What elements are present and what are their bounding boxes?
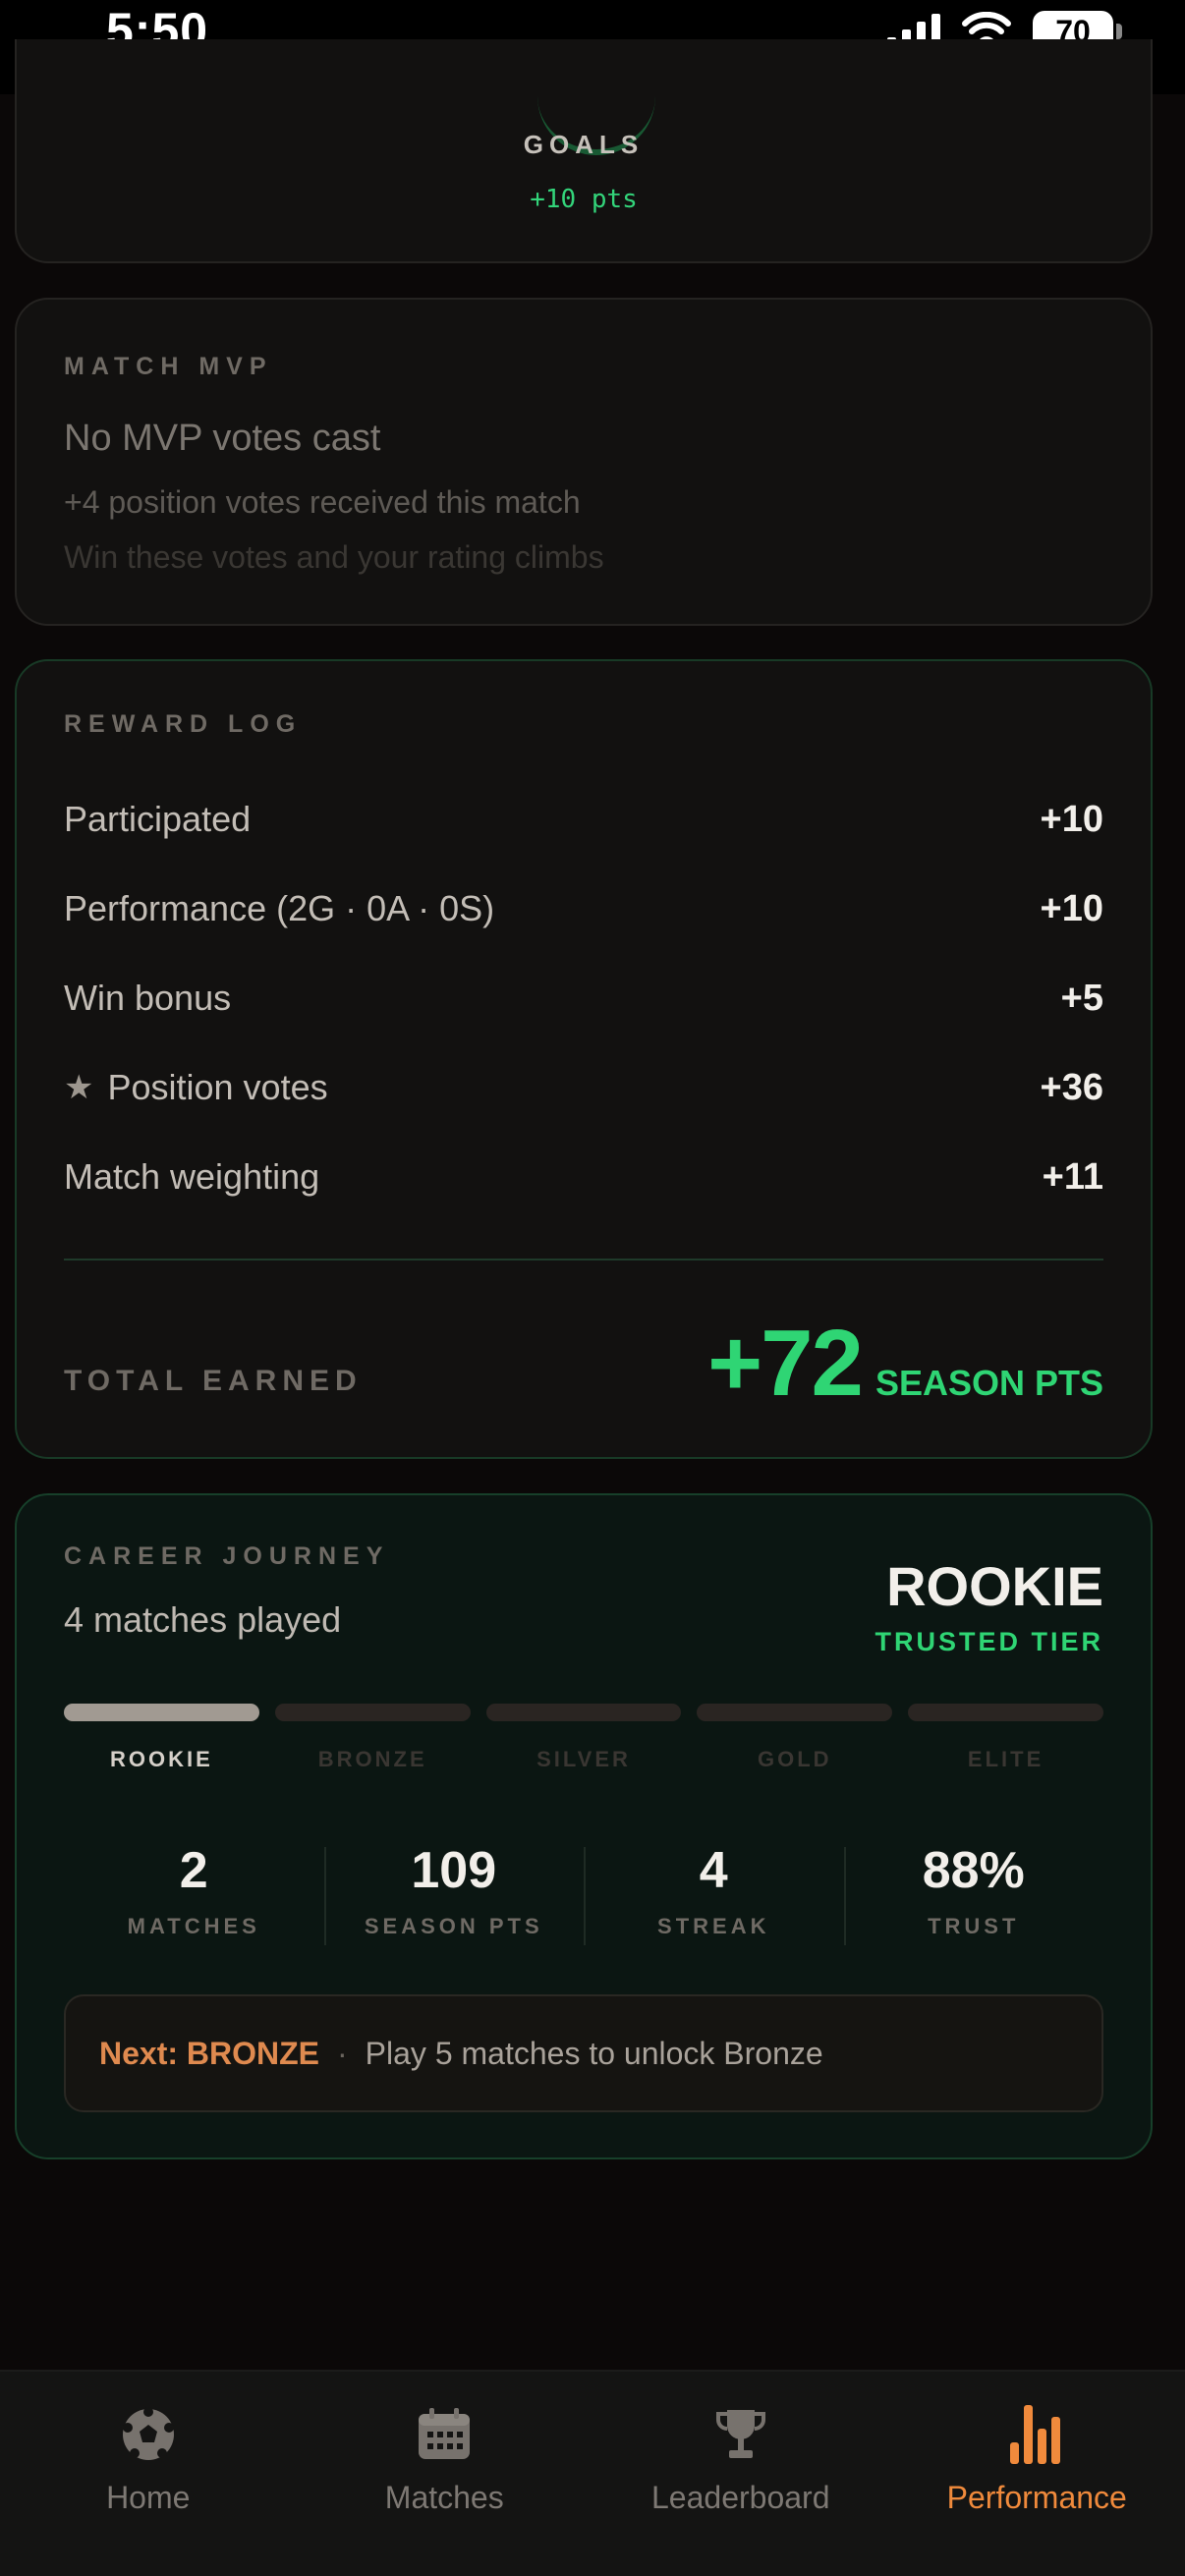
career-stats: 2 MATCHES 109 SEASON PTS 4 STREAK 88% TR… (64, 1841, 1103, 1949)
goals-points: +10 pts (530, 185, 638, 214)
tier-label: SILVER (536, 1747, 631, 1771)
next-tier-text: Play 5 matches to unlock Bronze (365, 2035, 823, 2071)
reward-label: Performance (2G · 0A · 0S) (64, 888, 495, 928)
soccer-ball-icon (119, 2405, 178, 2464)
stat-streak: 4 STREAK (584, 1841, 844, 1949)
tier-subtitle: TRUSTED TIER (875, 1627, 1103, 1656)
reward-value: +10 (1040, 887, 1103, 929)
reward-label: Win bonus (64, 978, 232, 1018)
stat-trust: 88% TRUST (843, 1841, 1104, 1949)
section-label: CAREER JOURNEY (64, 1542, 390, 1570)
stat-label: MATCHES (127, 1914, 260, 1938)
stat-value: 2 (179, 1842, 208, 1899)
tier-progress-bar (64, 1704, 1103, 1721)
next-tier-label: Next: BRONZE (99, 2035, 320, 2071)
stat-matches: 2 MATCHES (64, 1841, 324, 1949)
next-tier-banner: Next: BRONZE · Play 5 matches to unlock … (64, 1994, 1103, 2112)
career-journey-card: CAREER JOURNEY 4 matches played ROOKIE T… (15, 1493, 1153, 2159)
goals-card: GOALS +10 pts (15, 39, 1153, 263)
tier-label: ROOKIE (110, 1747, 213, 1771)
nav-label: Home (106, 2480, 191, 2515)
nav-label: Matches (384, 2480, 504, 2515)
stat-value: 88% (922, 1842, 1025, 1899)
match-mvp-card: MATCH MVP No MVP votes cast +4 position … (15, 298, 1153, 626)
reward-value: +5 (1060, 977, 1103, 1019)
nav-performance[interactable]: Performance (889, 2372, 1185, 2576)
trophy-icon (711, 2405, 770, 2464)
stat-label: TRUST (928, 1914, 1020, 1938)
total-earned-value: +72 (707, 1311, 864, 1416)
reward-label-text: Position votes (107, 1067, 328, 1107)
reward-value: +11 (1042, 1155, 1103, 1198)
reward-row: ★ Position votes +36 (64, 1063, 1103, 1112)
star-icon: ★ (64, 1069, 94, 1106)
calendar-icon (415, 2405, 474, 2464)
stat-season-pts: 109 SEASON PTS (323, 1841, 585, 1949)
reward-value: +36 (1040, 1066, 1103, 1108)
nav-label: Leaderboard (651, 2480, 830, 2515)
mvp-title: No MVP votes cast (64, 418, 381, 459)
bottom-nav: Home Matches Leaderboard Performance (0, 2370, 1185, 2576)
divider (64, 1259, 1103, 1260)
reward-value: +10 (1040, 798, 1103, 840)
tier-label: BRONZE (317, 1747, 427, 1771)
reward-row: Participated +10 (64, 795, 1103, 844)
bar-chart-icon (1007, 2405, 1066, 2464)
reward-label: ★ Position votes (64, 1067, 328, 1108)
stat-value: 109 (411, 1842, 497, 1899)
nav-leaderboard[interactable]: Leaderboard (592, 2372, 889, 2576)
goals-label: GOALS (523, 130, 645, 159)
tier-label: GOLD (758, 1747, 832, 1771)
nav-home[interactable]: Home (0, 2372, 297, 2576)
nav-label: Performance (946, 2480, 1127, 2515)
mvp-hint: Win these votes and your rating climbs (64, 539, 604, 575)
matches-played: 4 matches played (64, 1599, 342, 1640)
progress-segment (697, 1704, 893, 1721)
reward-row: Win bonus +5 (64, 974, 1103, 1023)
progress-segment (274, 1704, 471, 1721)
reward-row: Match weighting +11 (64, 1152, 1103, 1202)
section-label: REWARD LOG (64, 710, 303, 738)
progress-segment (64, 1704, 259, 1721)
stat-label: STREAK (657, 1914, 770, 1938)
total-earned-unit: SEASON PTS (875, 1363, 1103, 1403)
stat-label: SEASON PTS (364, 1914, 543, 1938)
tier-label: ELITE (967, 1747, 1044, 1771)
progress-segment (485, 1704, 682, 1721)
separator: · (337, 2035, 348, 2071)
reward-log-card: REWARD LOG Participated +10 Performance … (15, 659, 1153, 1459)
tier-name: ROOKIE (886, 1555, 1103, 1617)
performance-screen: 5:50 70 GOALS +10 pts MATCH MVP No MVP v… (0, 0, 1185, 2576)
total-earned: +72 SEASON PTS (707, 1310, 1103, 1418)
mvp-subtitle: +4 position votes received this match (64, 484, 581, 520)
nav-matches[interactable]: Matches (297, 2372, 593, 2576)
tier-labels: ROOKIE BRONZE SILVER GOLD ELITE (64, 1747, 1103, 1772)
reward-label: Participated (64, 799, 252, 839)
reward-row: Performance (2G · 0A · 0S) +10 (64, 884, 1103, 933)
reward-label: Match weighting (64, 1156, 320, 1197)
progress-segment (908, 1704, 1103, 1721)
total-earned-label: TOTAL EARNED (64, 1365, 363, 1397)
section-label: MATCH MVP (64, 353, 273, 380)
stat-value: 4 (699, 1842, 728, 1899)
